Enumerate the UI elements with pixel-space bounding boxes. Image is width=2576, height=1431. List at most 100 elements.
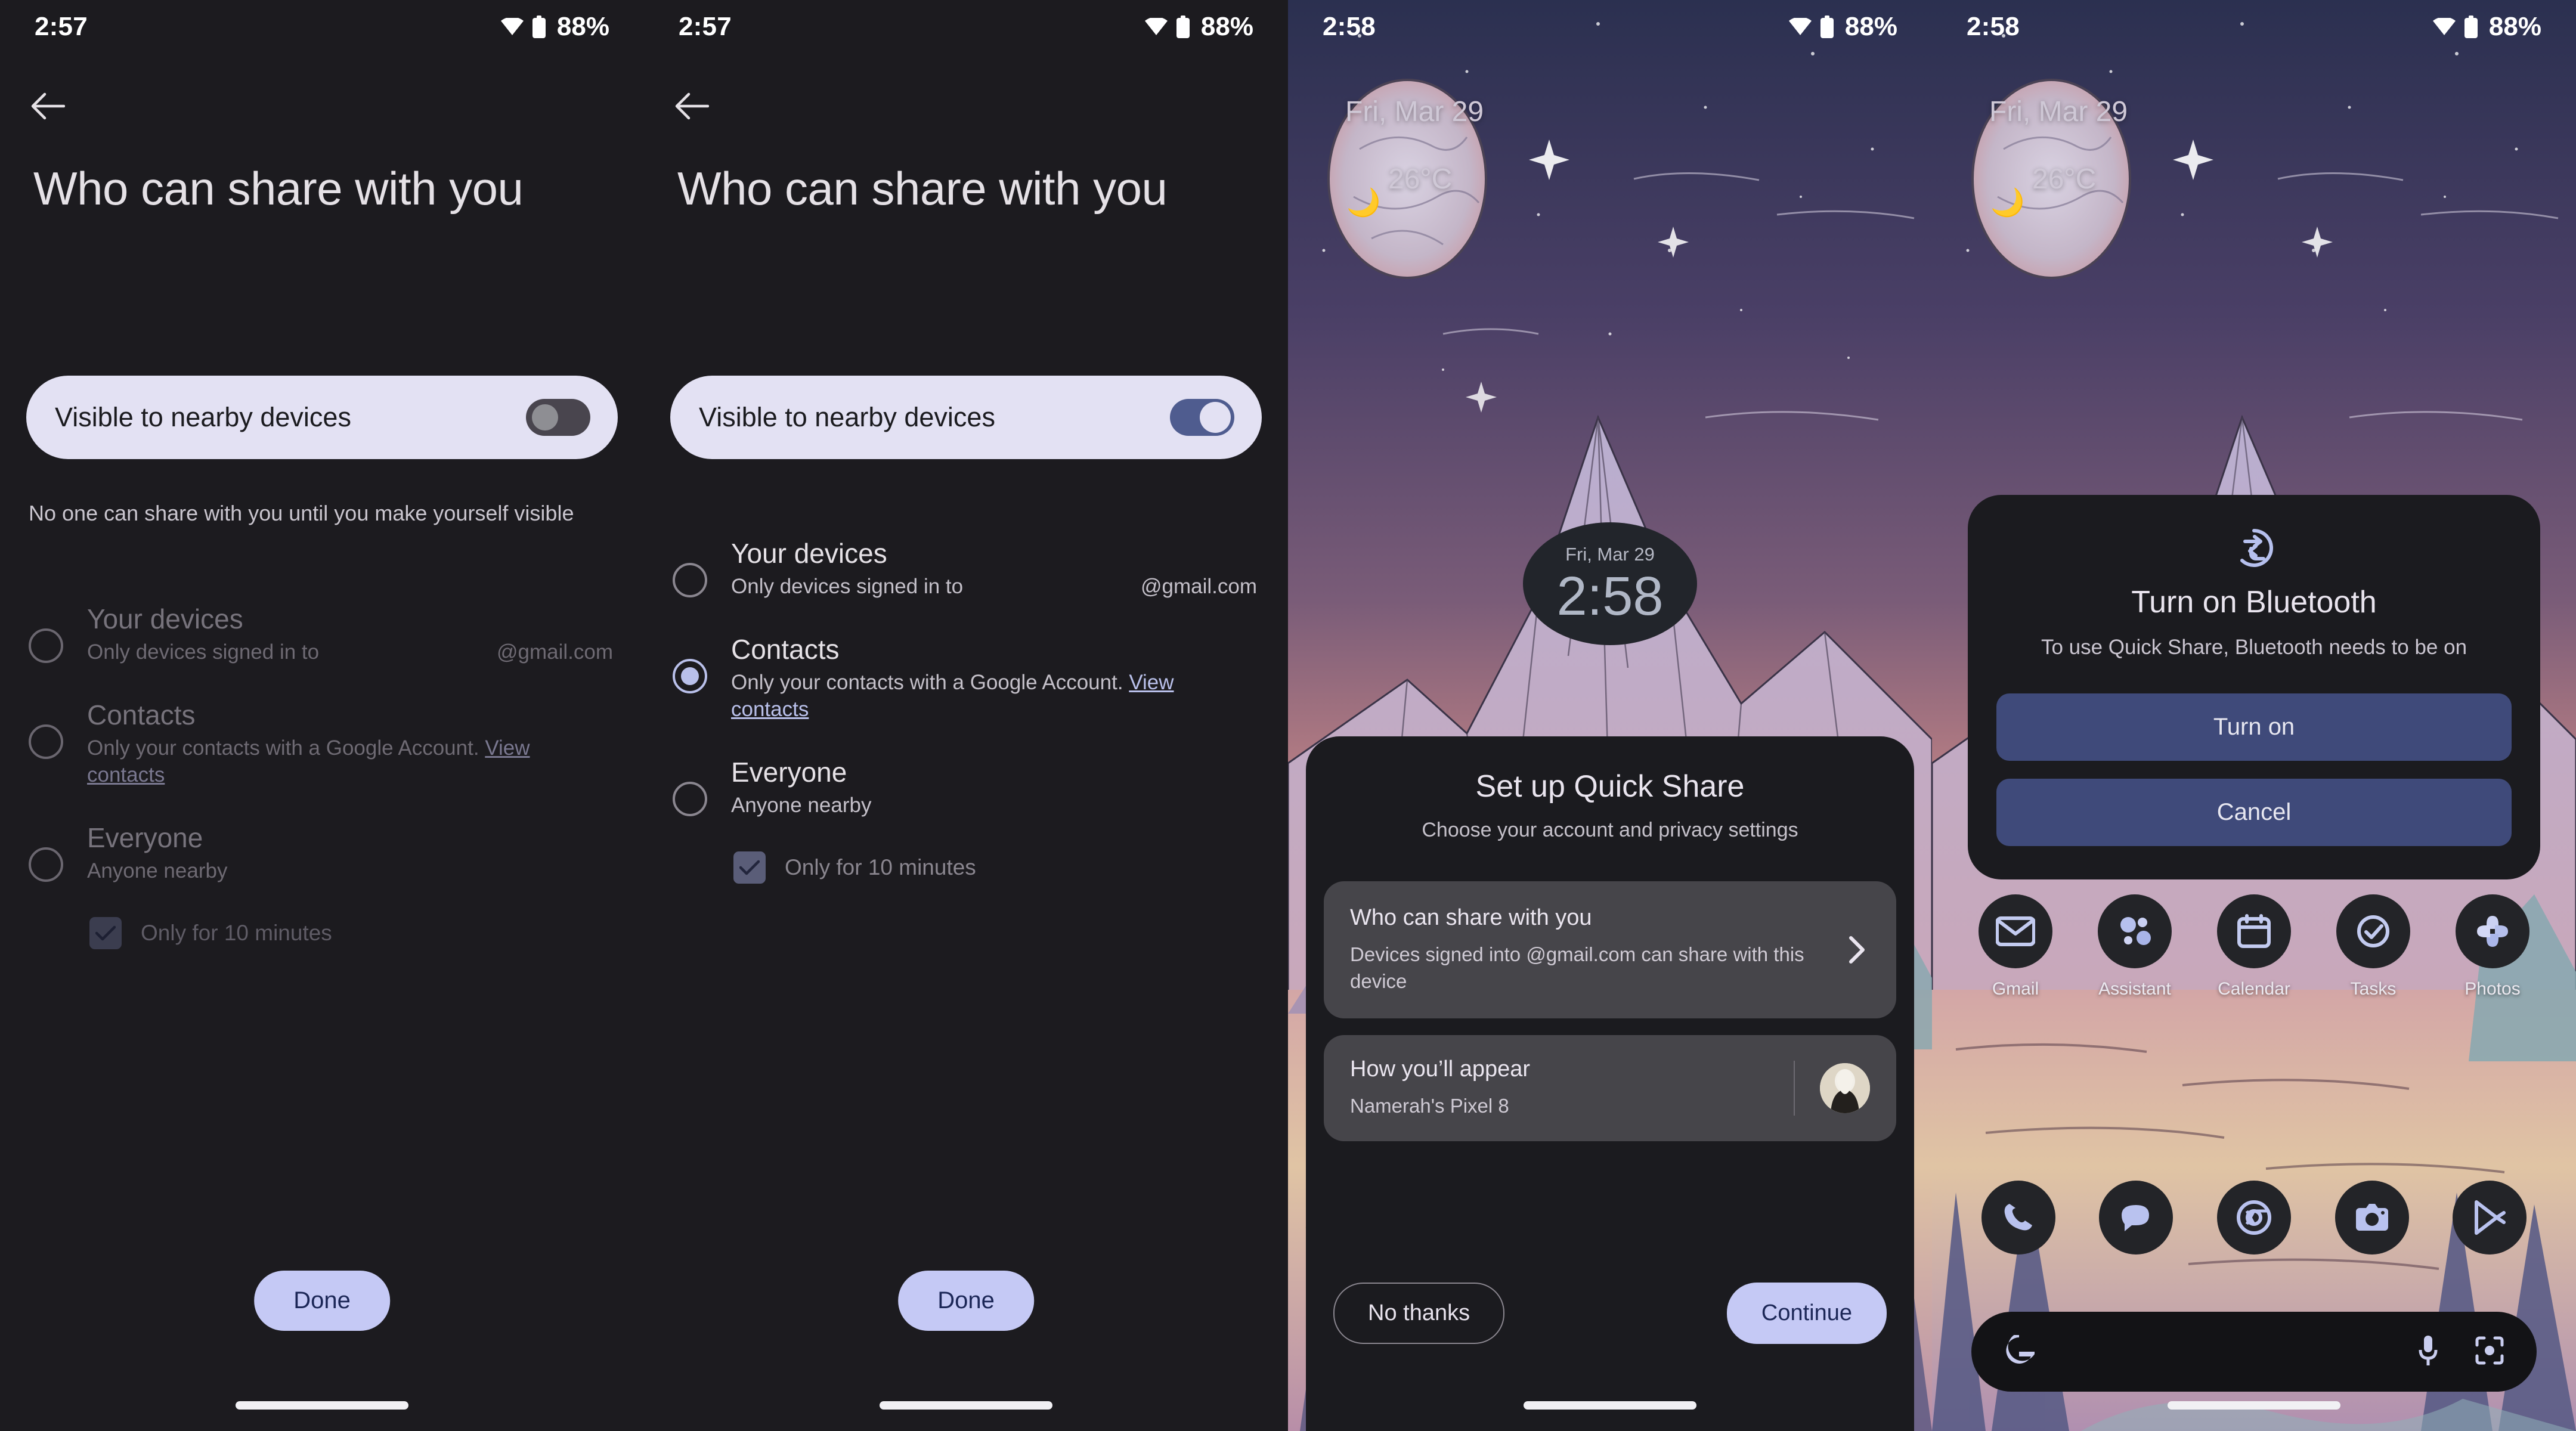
option-your-devices[interactable]: Your devices Only devices signed in to @… — [644, 537, 1288, 600]
option-contacts[interactable]: Contacts Only your contacts with a Googl… — [0, 698, 644, 789]
option-subtitle: Only devices signed in to @gmail.com — [731, 574, 1257, 600]
search-bar-actions — [2417, 1334, 2504, 1370]
microphone-icon[interactable] — [2417, 1334, 2439, 1370]
google-g-icon — [2004, 1332, 2036, 1369]
option-contacts[interactable]: Contacts Only your contacts with a Googl… — [644, 633, 1288, 723]
cancel-button[interactable]: Cancel — [1996, 779, 2512, 847]
radio-contacts[interactable] — [673, 658, 707, 693]
app-photos[interactable]: Photos — [2448, 894, 2537, 999]
calendar-icon[interactable] — [2217, 894, 2291, 968]
google-search-bar[interactable] — [1971, 1312, 2537, 1392]
visibility-toggle[interactable] — [1170, 399, 1234, 436]
continue-button[interactable]: Continue — [1726, 1283, 1887, 1344]
page-title: Who can share with you — [677, 162, 1168, 215]
chrome-icon[interactable] — [2216, 1181, 2291, 1255]
app-gmail[interactable]: Gmail — [1971, 894, 2060, 999]
share-options-list: Your devices Only devices signed in to @… — [0, 602, 644, 949]
visible-card-label: Visible to nearby devices — [55, 402, 351, 432]
avatar[interactable] — [1820, 1063, 1870, 1113]
radio-everyone[interactable] — [29, 847, 63, 882]
visibility-toggle[interactable] — [526, 399, 590, 436]
status-icons: 88% — [1788, 12, 1897, 42]
radio-your-devices[interactable] — [673, 563, 707, 597]
toggle-knob — [532, 404, 558, 430]
toggle-knob — [1200, 402, 1231, 433]
option-subtitle: Only your contacts with a Google Account… — [731, 670, 1257, 723]
ten-minutes-row[interactable]: Only for 10 minutes — [0, 916, 644, 949]
play-store-icon[interactable] — [2453, 1181, 2527, 1255]
battery-percent: 88% — [1844, 12, 1897, 41]
app-calendar[interactable]: Calendar — [2209, 894, 2299, 999]
card-title: Who can share with you — [1350, 905, 1592, 930]
panel-visibility-off: 2:57 88% Who can share with you Visible … — [0, 0, 644, 1431]
status-bar: 2:58 88% — [1932, 0, 2576, 54]
gmail-icon[interactable] — [1979, 894, 2052, 968]
status-icons: 88% — [2432, 12, 2541, 42]
option-subtitle: Anyone nearby — [87, 859, 228, 882]
back-arrow-icon[interactable] — [25, 83, 70, 129]
option-subtitle-text: Only devices signed in to — [731, 575, 964, 599]
radio-your-devices[interactable] — [29, 628, 63, 663]
phone-icon[interactable] — [1981, 1181, 2055, 1255]
option-everyone[interactable]: Everyone Anyone nearby — [644, 755, 1288, 819]
radio-everyone[interactable] — [673, 781, 707, 816]
ten-minutes-row[interactable]: Only for 10 minutes — [644, 851, 1288, 884]
tasks-icon[interactable] — [2336, 894, 2410, 968]
option-your-devices[interactable]: Your devices Only devices signed in to @… — [0, 602, 644, 666]
no-thanks-button[interactable]: No thanks — [1333, 1283, 1505, 1344]
app-tasks[interactable]: Tasks — [2329, 894, 2418, 999]
assistant-icon[interactable] — [2098, 894, 2172, 968]
status-time: 2:58 — [1967, 12, 2020, 41]
wifi-icon — [2432, 18, 2456, 36]
clock-time: 2:58 — [1556, 566, 1664, 627]
gesture-nav-bar[interactable] — [880, 1401, 1052, 1410]
wifi-icon — [1144, 18, 1168, 36]
home-dock — [1932, 1181, 2576, 1255]
screenshot-strip: 2:57 88% Who can share with you Visible … — [0, 0, 2576, 1431]
gesture-nav-bar[interactable] — [1524, 1401, 1696, 1410]
status-time: 2:57 — [35, 12, 88, 41]
dialog-message: To use Quick Share, Bluetooth needs to b… — [2041, 636, 2467, 659]
panel-visibility-on: 2:57 88% Who can share with you Visible … — [644, 0, 1288, 1431]
visible-to-nearby-devices-card[interactable]: Visible to nearby devices — [26, 376, 618, 459]
option-title: Contacts — [731, 633, 840, 665]
camera-icon[interactable] — [2334, 1181, 2409, 1255]
app-label: Calendar — [2218, 979, 2290, 999]
option-subtitle-text: Only your contacts with a Google Account… — [87, 736, 479, 760]
gesture-nav-bar[interactable] — [2168, 1401, 2340, 1410]
panel-quick-share-setup: 2:58 88% Fri, Mar 29 🌙 26°C Fri, Mar 29 … — [1288, 0, 1932, 1431]
lens-icon[interactable] — [2475, 1336, 2504, 1368]
app-label: Photos — [2464, 979, 2521, 999]
lockscreen-weather-widget[interactable]: Fri, Mar 29 🌙 26°C — [1345, 95, 1500, 218]
messages-icon[interactable] — [2099, 1181, 2174, 1255]
sheet-subtitle: Choose your account and privacy settings — [1422, 819, 1798, 841]
option-everyone[interactable]: Everyone Anyone nearby — [0, 821, 644, 885]
card-title: How you’ll appear — [1350, 1057, 1531, 1082]
radio-contacts[interactable] — [29, 724, 63, 759]
option-subtitle-text: Only your contacts with a Google Account… — [731, 671, 1123, 695]
photos-icon[interactable] — [2456, 894, 2529, 968]
status-bar: 2:58 88% — [1288, 0, 1932, 54]
moon-cloud-icon: 🌙 — [1990, 187, 2025, 218]
option-subtitle: Anyone nearby — [731, 793, 872, 817]
quick-share-setup-sheet: Set up Quick Share Choose your account a… — [1306, 736, 1914, 1431]
visibility-hint: No one can share with you until you make… — [29, 501, 574, 525]
gesture-nav-bar[interactable] — [236, 1401, 408, 1410]
who-can-share-card[interactable]: Who can share with you Devices signed in… — [1324, 881, 1896, 1019]
visible-to-nearby-devices-card[interactable]: Visible to nearby devices — [670, 376, 1262, 459]
turn-on-button[interactable]: Turn on — [1996, 693, 2512, 761]
lockscreen-date: Fri, Mar 29 — [1345, 96, 1484, 128]
done-button[interactable]: Done — [898, 1271, 1034, 1331]
lockscreen-weather-widget[interactable]: Fri, Mar 29 🌙 26°C — [1989, 95, 2144, 218]
ten-minutes-checkbox[interactable] — [89, 916, 122, 949]
chevron-right-icon — [1844, 936, 1870, 964]
option-title: Your devices — [731, 538, 887, 569]
quick-share-icon — [1996, 526, 2512, 570]
how-you-appear-card[interactable]: How you’ll appear Namerah's Pixel 8 — [1324, 1035, 1896, 1141]
ten-minutes-checkbox[interactable] — [733, 851, 766, 884]
option-title: Contacts — [87, 699, 196, 730]
card-subtitle: Namerah's Pixel 8 — [1350, 1095, 1509, 1117]
done-button[interactable]: Done — [254, 1271, 390, 1331]
app-assistant[interactable]: Assistant — [2090, 894, 2179, 999]
back-arrow-icon[interactable] — [669, 83, 714, 129]
